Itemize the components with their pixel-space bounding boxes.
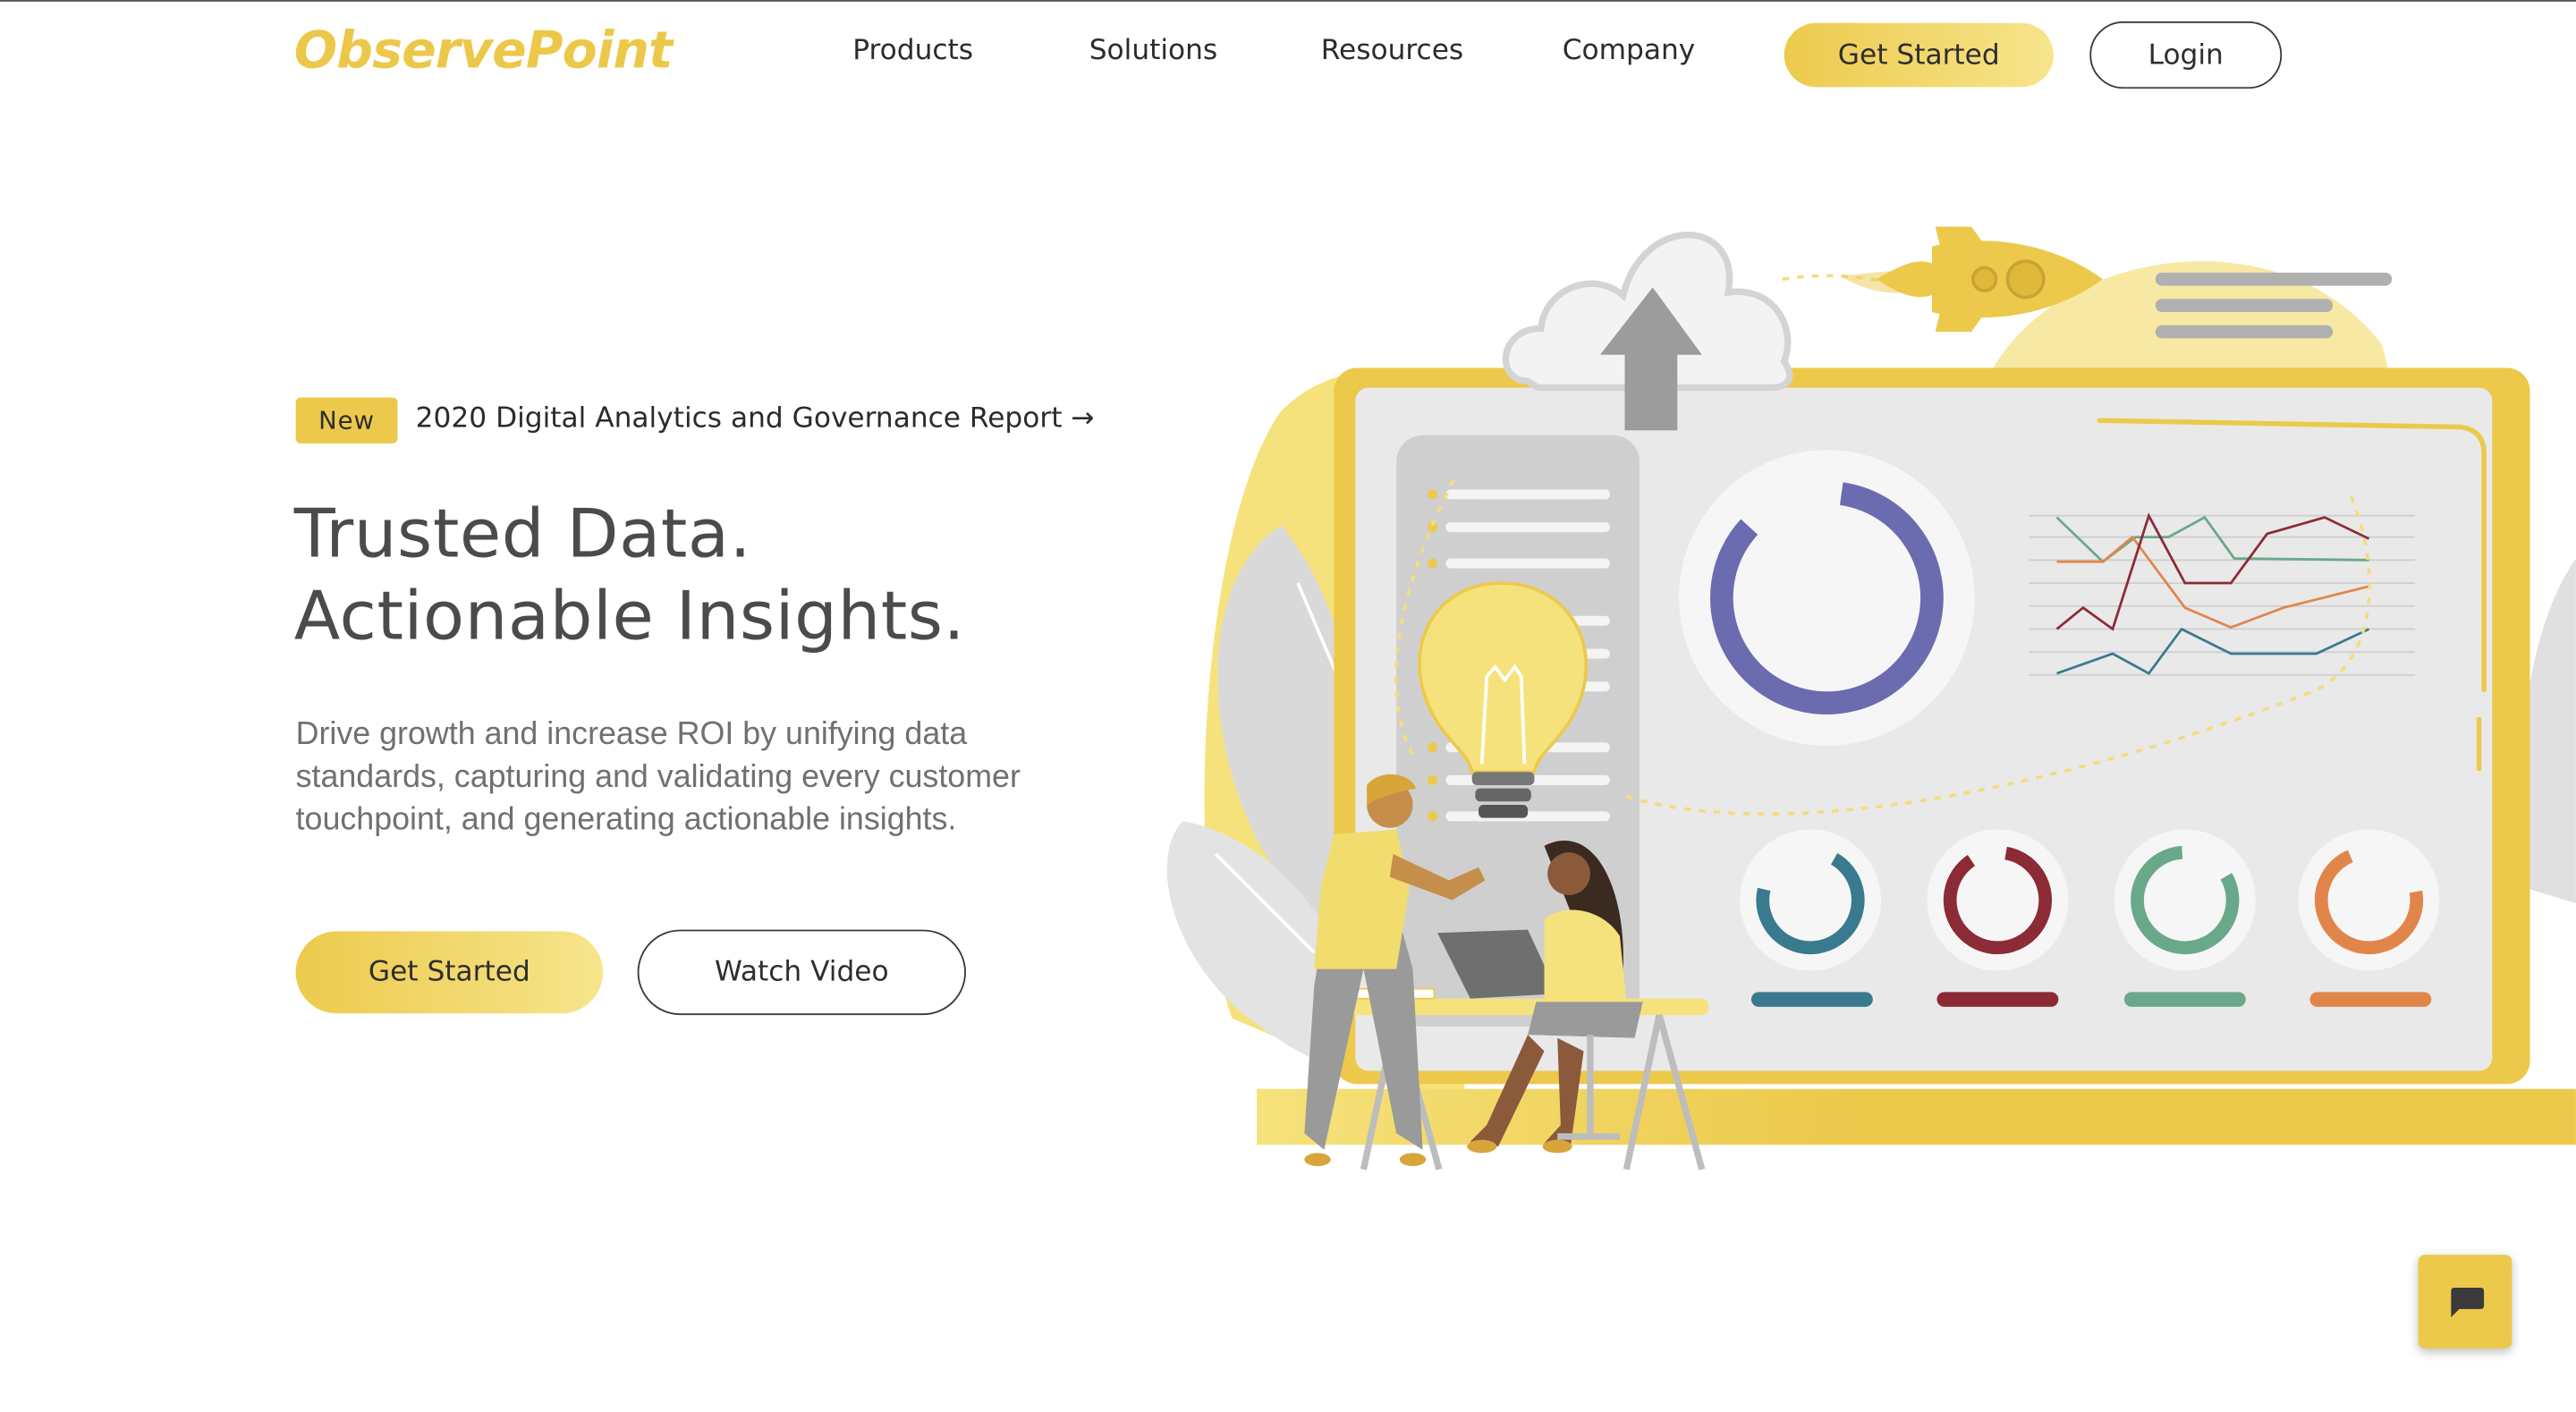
report-link[interactable]: 2020 Digital Analytics and Governance Re… [416,402,1095,435]
hero-description: Drive growth and increase ROI by unifyin… [295,715,1021,838]
nav-get-started-button[interactable]: Get Started [1784,22,2054,88]
headline-line-2: Actionable Insights. [293,576,966,655]
nav-products[interactable]: Products [852,35,973,68]
page: ObservePoint Products Solutions Resource… [0,0,2576,1412]
top-border [0,0,2576,2]
chat-icon [2450,1287,2484,1317]
login-button[interactable]: Login [2089,21,2283,89]
watch-video-button[interactable]: Watch Video [637,929,966,1016]
nav-company[interactable]: Company [1563,35,1696,68]
new-badge: New [295,397,398,444]
hero-get-started-button[interactable]: Get Started [295,931,604,1014]
hero-headline: Trusted Data. Actionable Insights. [294,493,965,657]
chat-button[interactable] [2418,1255,2512,1349]
nav-resources[interactable]: Resources [1321,35,1463,68]
laptop-base [1257,1088,2576,1146]
nav-solutions[interactable]: Solutions [1089,35,1217,68]
logo[interactable]: ObservePoint [294,21,674,80]
hero-illustration [1166,226,2576,1171]
headline-line-1: Trusted Data. [293,494,752,574]
